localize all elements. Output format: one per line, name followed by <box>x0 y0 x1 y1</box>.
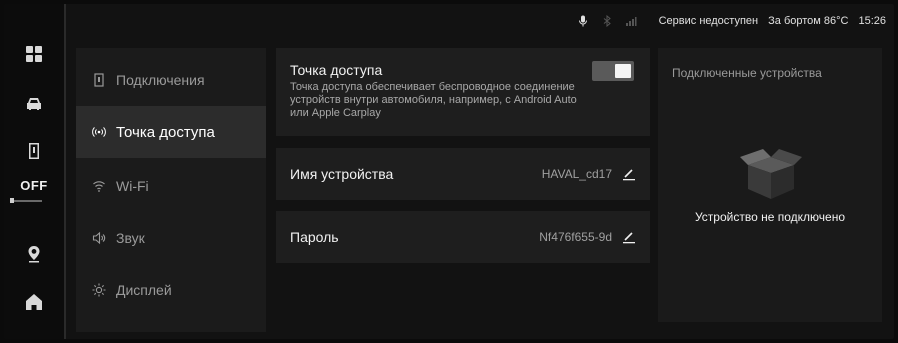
device-name-row[interactable]: Имя устройства HAVAL_cd17 <box>276 148 650 200</box>
hotspot-title: Точка доступа <box>290 62 383 78</box>
phone-icon <box>92 73 106 87</box>
home-icon <box>26 294 42 310</box>
connected-devices-title: Подключенные устройства <box>672 66 822 80</box>
brightness-icon <box>92 283 106 297</box>
bluetooth-icon <box>601 15 613 27</box>
car-icon <box>27 98 41 110</box>
apps-icon <box>26 46 42 62</box>
clock: 15:26 <box>858 15 886 27</box>
hotspot-toggle[interactable] <box>592 61 634 81</box>
menu-item-hotspot[interactable]: Точка доступа <box>76 106 266 158</box>
left-rail: OFF <box>4 4 64 339</box>
menu-item-connections[interactable]: Подключения <box>76 54 266 106</box>
hotspot-description: Точка доступа обеспечивает беспроводное … <box>290 81 577 119</box>
screen: OFF Сервис недоступен За бортом 86°C 15:… <box>4 4 894 339</box>
toggle-knob <box>615 64 631 78</box>
password-row[interactable]: Пароль Nf476f655-9d <box>276 211 650 263</box>
location-button[interactable] <box>4 234 64 274</box>
mic-icon <box>577 15 589 27</box>
device-name-value: HAVAL_cd17 <box>541 167 612 181</box>
car-button[interactable] <box>4 84 64 124</box>
menu-item-label: Дисплей <box>116 282 172 298</box>
drive-mode-knob <box>10 198 14 203</box>
menu-item-wifi[interactable]: Wi-Fi <box>76 160 266 212</box>
menu-item-label: Точка доступа <box>116 123 215 141</box>
home-button[interactable] <box>4 282 64 322</box>
phone-button[interactable] <box>4 131 64 171</box>
drive-mode-toggle[interactable]: OFF <box>4 178 64 212</box>
status-bar: Сервис недоступен За бортом 86°C 15:26 <box>66 4 894 38</box>
menu-item-label: Звук <box>116 230 145 246</box>
drive-mode-label: OFF <box>20 178 48 193</box>
wifi-icon <box>92 179 106 193</box>
apps-button[interactable] <box>4 34 64 74</box>
drive-mode-bar <box>10 200 42 202</box>
hotspot-panel: Точка доступа Точка доступа обеспечивает… <box>276 48 650 136</box>
empty-box-icon <box>738 143 804 201</box>
password-label: Пароль <box>290 229 339 245</box>
settings-menu: Подключения Точка доступа Wi-Fi Звук Дис… <box>76 48 266 332</box>
edit-icon[interactable] <box>622 167 636 181</box>
connected-devices-panel: Подключенные устройства Устройство не по… <box>658 48 882 322</box>
signal-icon <box>625 15 637 27</box>
hotspot-icon <box>92 125 106 139</box>
menu-item-display[interactable]: Дисплей <box>76 264 266 316</box>
menu-item-label: Подключения <box>116 72 205 88</box>
device-name-label: Имя устройства <box>290 166 394 182</box>
phone-icon <box>29 143 39 159</box>
menu-item-label: Wi-Fi <box>116 178 149 194</box>
edit-icon[interactable] <box>622 230 636 244</box>
no-device-message: Устройство не подключено <box>694 210 845 224</box>
sound-icon <box>92 231 106 245</box>
location-icon <box>28 246 40 263</box>
rail-divider <box>64 4 66 339</box>
menu-item-sound[interactable]: Звук <box>76 212 266 264</box>
service-status: Сервис недоступен <box>658 15 759 27</box>
outside-temperature: За бортом 86°C <box>768 15 849 27</box>
password-value: Nf476f655-9d <box>539 230 612 244</box>
